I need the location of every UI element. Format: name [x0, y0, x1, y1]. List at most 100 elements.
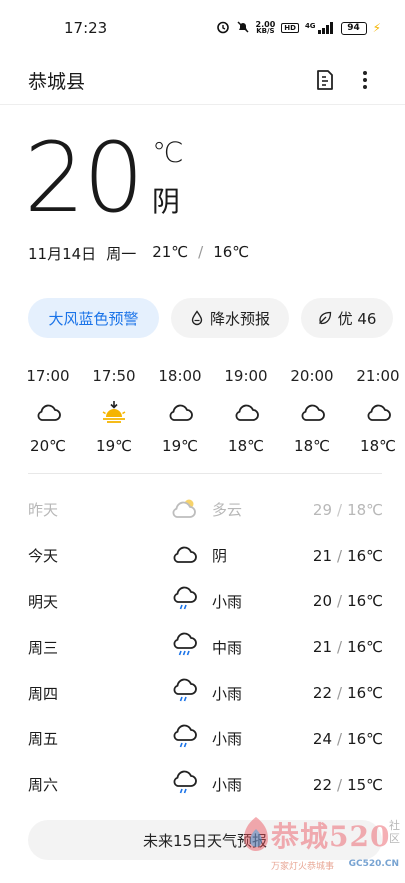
range-separator: / [337, 775, 343, 794]
day-row[interactable]: 周六 小雨 22 / 15℃ [0, 762, 405, 808]
current-temperature: 20 [24, 122, 144, 234]
net-speed: 2.00 KB/S [256, 21, 276, 35]
city-list-button[interactable] [305, 60, 345, 100]
cloud-icon [301, 404, 325, 421]
cloud-icon [173, 546, 197, 563]
day-high: 20 [312, 592, 332, 611]
watermark-site: 恭城520 [271, 820, 391, 853]
range-separator: / [337, 638, 343, 657]
range-separator: / [337, 729, 343, 748]
day-name: 周三 [28, 638, 59, 657]
day-condition: 小雨 [212, 776, 243, 795]
charging-icon: ⚡ [372, 21, 381, 35]
day-range: 21 / 16℃ [313, 638, 383, 656]
hour-item: 19:00 18℃ [218, 364, 274, 458]
day-row[interactable]: 周五 小雨 24 / 16℃ [0, 716, 405, 762]
air-quality-chip[interactable]: 优 46 [301, 298, 393, 338]
watermark-logo-icon [244, 817, 268, 851]
app-header: 恭城县 [0, 56, 405, 104]
hour-temp: 18℃ [294, 437, 330, 455]
day-low: 16℃ [347, 592, 383, 611]
day-row[interactable]: 周三 中雨 21 / 16℃ [0, 624, 405, 670]
wind-alert-chip[interactable]: 大风蓝色预警 [28, 298, 159, 338]
day-name: 昨天 [28, 501, 59, 520]
status-time: 17:23 [64, 19, 108, 37]
current-date: 11月14日 [28, 245, 97, 263]
day-row[interactable]: 昨天 多云 29 / 18℃ [0, 487, 405, 533]
day-name: 周四 [28, 684, 59, 703]
cloud-icon [37, 404, 61, 421]
day-row[interactable]: 明天 小雨 20 / 16℃ [0, 579, 405, 625]
day-name: 周六 [28, 776, 59, 795]
watermark-tagline: 万家灯火恭城事 [271, 862, 335, 872]
current-low: 16℃ [213, 243, 250, 261]
day-high: 22 [312, 684, 332, 703]
day-name: 明天 [28, 592, 59, 611]
day-low: 16℃ [347, 729, 383, 748]
hour-item: 21:00 18℃ [350, 364, 405, 458]
hour-temp: 19℃ [96, 437, 132, 455]
day-range: 22 / 15℃ [313, 776, 383, 794]
date-range-line: 11月14日 周一 21℃ / 16℃ [28, 243, 249, 264]
rain-forecast-chip[interactable]: 降水预报 [171, 298, 289, 338]
day-range: 20 / 16℃ [313, 592, 383, 610]
day-range: 24 / 16℃ [313, 730, 383, 748]
air-quality-label: 优 46 [337, 309, 377, 328]
watermark-domain: GC520.CN [348, 859, 399, 869]
current-condition: 阴 [152, 185, 181, 218]
day-condition: 小雨 [212, 730, 243, 749]
leaf-icon [318, 311, 331, 325]
current-high: 21℃ [152, 243, 189, 261]
day-high: 29 [312, 500, 332, 519]
hour-temp: 18℃ [360, 437, 396, 455]
sunset-icon [102, 401, 126, 423]
day-low: 18℃ [347, 500, 383, 519]
hd-badge: HD [281, 23, 299, 33]
day-name: 今天 [28, 547, 59, 566]
signal-label: 4G [304, 22, 316, 30]
range-separator: / [337, 592, 343, 611]
header-divider [0, 104, 405, 105]
range-separator: / [198, 243, 204, 261]
battery-icon: 94 [340, 21, 367, 35]
range-separator: / [337, 546, 343, 565]
day-range: 29 / 18℃ [313, 501, 383, 519]
day-row[interactable]: 周四 小雨 22 / 16℃ [0, 670, 405, 716]
day-high: 21 [312, 546, 332, 565]
range-separator: / [337, 684, 343, 703]
partly-cloudy-icon [172, 499, 196, 518]
more-vertical-icon [363, 71, 367, 89]
cloud-icon [367, 404, 391, 421]
light-rain-icon [173, 770, 197, 793]
light-rain-icon [173, 678, 197, 702]
city-name[interactable]: 恭城县 [28, 67, 305, 94]
day-condition: 中雨 [212, 638, 243, 657]
hour-item: 18:00 19℃ [152, 364, 208, 458]
hourly-forecast[interactable]: 17:00 20℃ 17:50 19℃ 18:00 19℃ 19:00 18℃ … [20, 364, 405, 464]
temperature-unit: ℃ [152, 136, 184, 169]
day-high: 24 [312, 729, 332, 748]
signal-icon: 4G [305, 22, 335, 34]
hour-temp: 20℃ [30, 437, 66, 455]
day-row[interactable]: 今天 阴 21 / 16℃ [0, 533, 405, 579]
droplet-icon [191, 310, 203, 326]
day-low: 16℃ [347, 638, 383, 657]
day-condition: 阴 [212, 547, 228, 566]
building-icon [317, 70, 333, 90]
alarm-icon [216, 20, 230, 37]
day-condition: 多云 [212, 501, 243, 520]
more-button[interactable] [345, 60, 385, 100]
hour-time: 21:00 [356, 367, 400, 385]
day-condition: 小雨 [212, 684, 243, 703]
mute-icon [236, 20, 250, 37]
day-range: 21 / 16℃ [313, 547, 383, 565]
hour-time: 19:00 [224, 367, 268, 385]
day-low: 15℃ [347, 775, 383, 794]
status-bar: 17:23 2.00 KB/S HD 4G 94 ⚡ [0, 0, 405, 56]
cloud-icon [169, 404, 193, 421]
hour-temp: 19℃ [162, 437, 198, 455]
status-icons: 2.00 KB/S HD 4G 94 ⚡ [216, 20, 381, 37]
daily-forecast: 昨天 多云 29 / 18℃ 今天 阴 21 / 16℃ 明天 小雨 20 / … [0, 487, 405, 808]
hour-time: 17:50 [92, 367, 136, 385]
hour-time: 17:00 [26, 367, 70, 385]
